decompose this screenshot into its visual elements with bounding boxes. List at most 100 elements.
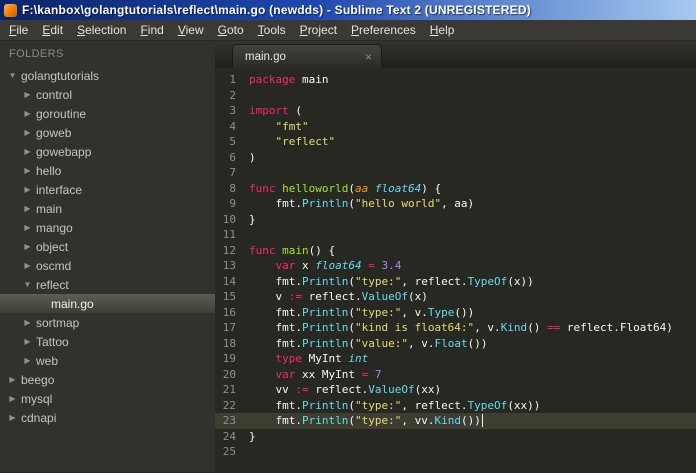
tree-item-label: goweb — [36, 125, 72, 140]
code-line[interactable]: 1 package main — [215, 72, 696, 88]
tree-item-label: interface — [36, 182, 83, 197]
tree-item-main-go[interactable]: main.go — [0, 294, 215, 313]
triangle-right-icon[interactable]: ▶ — [6, 394, 19, 403]
tree-item-label: sortmap — [36, 315, 80, 330]
code-text: func helloworld(aa float64) { — [249, 181, 442, 195]
triangle-right-icon[interactable]: ▶ — [21, 204, 34, 213]
tree-item-mango[interactable]: ▶ mango — [0, 218, 215, 237]
title-bar[interactable]: F:\kanbox\golangtutorials\reflect\main.g… — [0, 0, 696, 20]
menu-item-file[interactable]: File — [2, 21, 35, 40]
code-line[interactable]: 24} — [215, 429, 696, 445]
code-line[interactable]: 18 fmt.Println("value:", v.Float()) — [215, 336, 696, 352]
tree-item-label: mysql — [21, 391, 53, 406]
tree-item-label: object — [36, 239, 69, 254]
menu-item-goto[interactable]: Goto — [211, 21, 251, 40]
code-line[interactable]: 9 fmt.Println("hello world", aa) — [215, 196, 696, 212]
code-line[interactable]: 4 "fmt" — [215, 119, 696, 135]
tree-item-goroutine[interactable]: ▶ goroutine — [0, 104, 215, 123]
triangle-right-icon[interactable]: ▶ — [6, 413, 19, 422]
tree-item-cdnapi[interactable]: ▶ cdnapi — [0, 408, 215, 427]
triangle-down-icon[interactable]: ▼ — [21, 280, 34, 289]
code-line[interactable]: 3 import ( — [215, 103, 696, 119]
tree-item-label: goroutine — [36, 106, 87, 121]
code-line[interactable]: 10} — [215, 212, 696, 228]
code-line[interactable]: 20 var xx MyInt = 7 — [215, 367, 696, 383]
tab-close-icon[interactable]: × — [365, 51, 372, 63]
code-line[interactable]: 11 — [215, 227, 696, 243]
code-line[interactable]: 8 func helloworld(aa float64) { — [215, 181, 696, 197]
tree-item-label: cdnapi — [21, 410, 57, 425]
code-line[interactable]: 6) — [215, 150, 696, 166]
menu-item-preferences[interactable]: Preferences — [344, 21, 423, 40]
triangle-right-icon[interactable]: ▶ — [21, 337, 34, 346]
tree-item-beego[interactable]: ▶ beego — [0, 370, 215, 389]
tree-item-label: main.go — [51, 296, 94, 311]
menu-item-view[interactable]: View — [171, 21, 211, 40]
tree-item-sortmap[interactable]: ▶ sortmap — [0, 313, 215, 332]
sublime-app-icon[interactable] — [4, 3, 17, 17]
menu-item-help[interactable]: Help — [423, 21, 462, 40]
triangle-down-icon[interactable]: ▼ — [6, 71, 19, 80]
code-line[interactable]: 5 "reflect" — [215, 134, 696, 150]
code-line[interactable]: 16 fmt.Println("type:", v.Type()) — [215, 305, 696, 321]
tab-main-go[interactable]: main.go × — [232, 44, 382, 68]
triangle-right-icon[interactable]: ▶ — [21, 185, 34, 194]
tree-item-interface[interactable]: ▶ interface — [0, 180, 215, 199]
tree-item-control[interactable]: ▶ control — [0, 85, 215, 104]
menu-item-project[interactable]: Project — [293, 21, 344, 40]
code-line[interactable]: 15 v := reflect.ValueOf(x) — [215, 289, 696, 305]
triangle-right-icon[interactable]: ▶ — [21, 147, 34, 156]
triangle-right-icon[interactable]: ▶ — [21, 223, 34, 232]
code-line[interactable]: 17 fmt.Println("kind is float64:", v.Kin… — [215, 320, 696, 336]
line-number: 3 — [229, 104, 236, 117]
tree-item-label: mango — [36, 220, 73, 235]
menu-item-edit[interactable]: Edit — [35, 21, 70, 40]
code-line[interactable]: 2 — [215, 88, 696, 104]
code-line[interactable]: 21 vv := reflect.ValueOf(xx) — [215, 382, 696, 398]
triangle-right-icon[interactable]: ▶ — [21, 261, 34, 270]
line-number: 5 — [229, 135, 236, 148]
triangle-right-icon[interactable]: ▶ — [21, 109, 34, 118]
code-line[interactable]: 14 fmt.Println("type:", reflect.TypeOf(x… — [215, 274, 696, 290]
line-number: 24 — [222, 429, 236, 443]
tree-item-hello[interactable]: ▶ hello — [0, 161, 215, 180]
triangle-right-icon[interactable]: ▶ — [21, 166, 34, 175]
line-number: 25 — [222, 445, 236, 458]
triangle-right-icon[interactable]: ▶ — [6, 375, 19, 384]
tree-item-gowebapp[interactable]: ▶ gowebapp — [0, 142, 215, 161]
code-text: var xx MyInt = 7 — [275, 367, 382, 381]
menu-item-tools[interactable]: Tools — [251, 21, 293, 40]
main-area: FOLDERS ▼ golangtutorials ▶ control ▶ gorouti… — [0, 41, 696, 472]
triangle-right-icon[interactable]: ▶ — [21, 356, 34, 365]
tree-item-web[interactable]: ▶ web — [0, 351, 215, 370]
code-line[interactable]: 25 — [215, 444, 696, 460]
code-line[interactable]: 13 var x float64 = 3.4 — [215, 258, 696, 274]
tree-item-main[interactable]: ▶ main — [0, 199, 215, 218]
tree-item-tattoo[interactable]: ▶ Tattoo — [0, 332, 215, 351]
code-line[interactable]: 7 — [215, 165, 696, 181]
tab-bar: main.go × — [215, 41, 696, 68]
code-line[interactable]: 22 fmt.Println("type:", reflect.TypeOf(x… — [215, 398, 696, 414]
triangle-right-icon[interactable]: ▶ — [21, 318, 34, 327]
menu-item-selection[interactable]: Selection — [70, 21, 133, 40]
line-number: 18 — [222, 336, 236, 350]
line-number: 14 — [222, 274, 236, 288]
tree-item-reflect[interactable]: ▼ reflect — [0, 275, 215, 294]
triangle-right-icon[interactable]: ▶ — [21, 128, 34, 137]
tree-item-goweb[interactable]: ▶ goweb — [0, 123, 215, 142]
menu-item-find[interactable]: Find — [133, 21, 170, 40]
code-text: fmt.Println("type:", v.Type()) — [249, 305, 475, 319]
code-line[interactable]: 12 func main() { — [215, 243, 696, 259]
code-line[interactable]: 19 type MyInt int — [215, 351, 696, 367]
line-number: 2 — [229, 88, 236, 102]
tree-item-label: gowebapp — [36, 144, 92, 159]
tree-item-oscmd[interactable]: ▶ oscmd — [0, 256, 215, 275]
code-line[interactable]: 23 fmt.Println("type:", vv.Kind()) — [215, 413, 696, 429]
triangle-right-icon[interactable]: ▶ — [21, 90, 34, 99]
code-editor[interactable]: 1 package main 2 3 import (4 "fmt" 5 "reflect… — [215, 68, 696, 472]
code-text: } — [249, 429, 256, 443]
tree-item-mysql[interactable]: ▶ mysql — [0, 389, 215, 408]
tree-item-object[interactable]: ▶ object — [0, 237, 215, 256]
tree-item-golangtutorials[interactable]: ▼ golangtutorials — [0, 66, 215, 85]
triangle-right-icon[interactable]: ▶ — [21, 242, 34, 251]
